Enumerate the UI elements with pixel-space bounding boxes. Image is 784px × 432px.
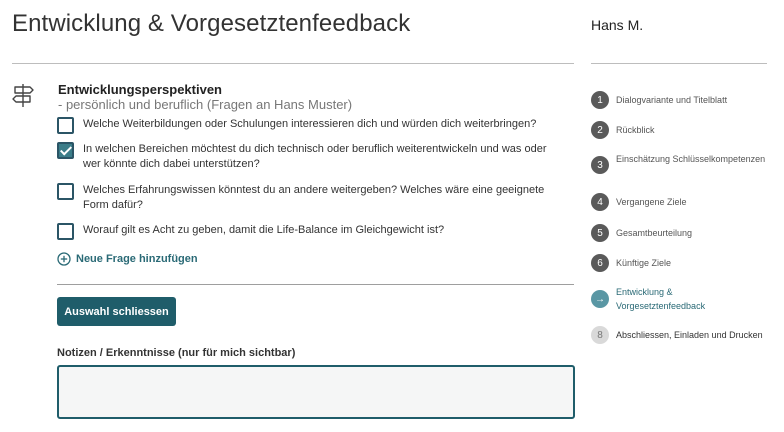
- question-checkbox-3[interactable]: [57, 183, 74, 200]
- step-7-current[interactable]: → Entwicklung & Vorgesetztenfeedback: [591, 287, 726, 313]
- step-number: 4: [591, 193, 609, 211]
- step-5[interactable]: 5 Gesamtbeurteilung: [591, 224, 776, 242]
- arrow-right-icon: →: [591, 290, 609, 308]
- add-question-link[interactable]: Neue Frage hinzufügen: [57, 252, 198, 266]
- step-label: Abschliessen, Einladen und Drucken: [616, 330, 763, 340]
- question-row-2[interactable]: In welchen Bereichen möchtest du dich te…: [57, 142, 563, 172]
- question-checkbox-4[interactable]: [57, 223, 74, 240]
- step-3[interactable]: 3 Einschätzung Schlüsselkompetenzen: [591, 154, 776, 174]
- notes-label: Notizen / Erkenntnisse (nur für mich sic…: [57, 347, 296, 359]
- question-text-1: Welche Weiterbildungen oder Schulungen i…: [83, 118, 537, 130]
- section-title: Entwicklungsperspektiven: [58, 82, 222, 97]
- step-1[interactable]: 1 Dialogvariante und Titelblatt: [591, 91, 776, 109]
- step-label: Gesamtbeurteilung: [616, 228, 693, 238]
- signpost-icon: [12, 84, 34, 107]
- step-number: 5: [591, 224, 609, 242]
- step-2[interactable]: 2 Rückblick: [591, 121, 776, 139]
- step-label: Dialogvariante und Titelblatt: [616, 95, 728, 105]
- step-4[interactable]: 4 Vergangene Ziele: [591, 193, 776, 211]
- sidebar-divider: [591, 63, 767, 64]
- section-subtitle: - persönlich und beruflich (Fragen an Ha…: [58, 97, 353, 112]
- question-text-3: Welches Erfahrungswissen könntest du an …: [83, 184, 545, 211]
- page-title: Entwicklung & Vorgesetztenfeedback: [12, 10, 411, 37]
- step-number: 3: [591, 156, 609, 174]
- question-checkbox-1[interactable]: [57, 117, 74, 134]
- step-label: Rückblick: [616, 125, 655, 135]
- question-row-4[interactable]: Worauf gilt es Acht zu geben, damit die …: [57, 223, 563, 240]
- add-question-label: Neue Frage hinzufügen: [76, 253, 198, 265]
- step-label: Künftige Ziele: [616, 258, 672, 268]
- question-text-2: In welchen Bereichen möchtest du dich te…: [83, 143, 547, 170]
- step-number: 1: [591, 91, 609, 109]
- step-label: Entwicklung & Vorgesetztenfeedback: [616, 287, 706, 311]
- question-row-3[interactable]: Welches Erfahrungswissen könntest du an …: [57, 183, 563, 213]
- question-row-1[interactable]: Welche Weiterbildungen oder Schulungen i…: [57, 117, 563, 134]
- question-text-4: Worauf gilt es Acht zu geben, damit die …: [83, 224, 445, 236]
- step-number: 8: [591, 326, 609, 344]
- notes-textarea[interactable]: [57, 365, 575, 419]
- plus-circle-icon: [57, 252, 71, 266]
- header-divider: [12, 63, 574, 64]
- step-label: Vergangene Ziele: [616, 197, 687, 207]
- user-name: Hans M.: [591, 17, 644, 33]
- questions-divider: [57, 284, 574, 285]
- close-selection-button[interactable]: Auswahl schliessen: [57, 297, 176, 326]
- question-checkbox-2[interactable]: [57, 142, 74, 159]
- step-label: Einschätzung Schlüsselkompetenzen: [616, 154, 766, 164]
- step-6[interactable]: 6 Künftige Ziele: [591, 254, 776, 272]
- step-8[interactable]: 8 Abschliessen, Einladen und Drucken: [591, 326, 776, 344]
- step-number: 6: [591, 254, 609, 272]
- step-number: 2: [591, 121, 609, 139]
